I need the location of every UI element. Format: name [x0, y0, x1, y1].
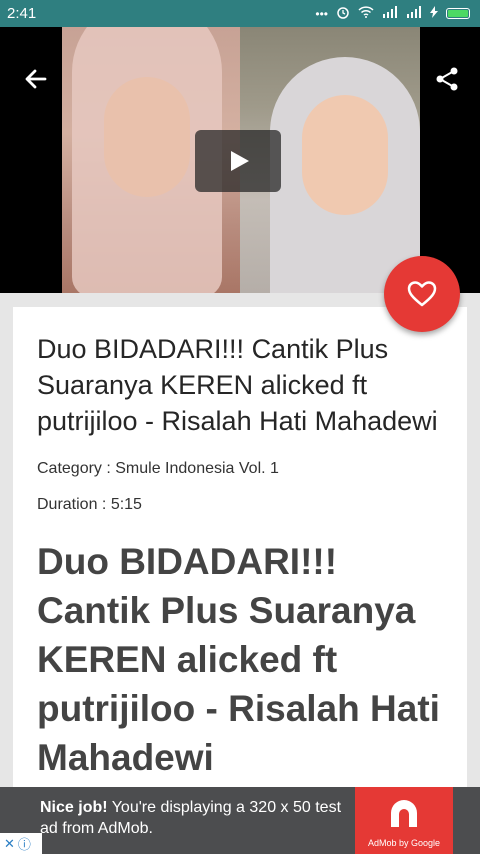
status-icons: ••• [315, 5, 470, 22]
status-time: 2:41 [7, 5, 37, 22]
signal-icon [406, 6, 422, 21]
wifi-icon [358, 6, 374, 21]
video-category: Category : Smule Indonesia Vol. 1 [37, 460, 279, 477]
video-title: Duo BIDADARI!!! Cantik Plus Suaranya KER… [37, 334, 438, 436]
share-icon [436, 67, 458, 91]
ad-close-button[interactable]: ✕ ⓘ [0, 833, 42, 854]
play-button[interactable] [195, 130, 281, 192]
arrow-left-icon [25, 69, 47, 89]
heart-outline-icon [407, 281, 437, 307]
play-icon [231, 151, 249, 171]
video-detail-card: Duo BIDADARI!!! Cantik Plus Suaranya KER… [13, 307, 467, 827]
share-button[interactable] [433, 65, 461, 93]
back-button[interactable] [22, 65, 50, 93]
close-icon: ✕ [4, 835, 15, 851]
ad-headline: Nice job! [40, 799, 108, 816]
video-heading: Duo BIDADARI!!! Cantik Plus Suaranya KER… [37, 541, 440, 778]
video-duration: Duration : 5:15 [37, 496, 142, 513]
ad-banner[interactable]: Nice job! You're displaying a 320 x 50 t… [0, 787, 480, 854]
admob-icon [391, 800, 417, 827]
alarm-icon [336, 5, 350, 22]
status-bar: 2:41 ••• [0, 0, 480, 27]
favorite-button[interactable] [384, 256, 460, 332]
admob-logo: AdMob by Google [355, 787, 453, 854]
battery-icon [446, 8, 470, 19]
info-icon: ⓘ [17, 837, 31, 852]
ad-brand: AdMob by Google [367, 838, 441, 848]
ad-text: Nice job! You're displaying a 320 x 50 t… [40, 797, 355, 839]
charging-icon [430, 6, 438, 21]
signal-icon [382, 6, 398, 21]
video-thumbnail[interactable] [0, 27, 480, 293]
more-dots-icon: ••• [315, 6, 328, 21]
